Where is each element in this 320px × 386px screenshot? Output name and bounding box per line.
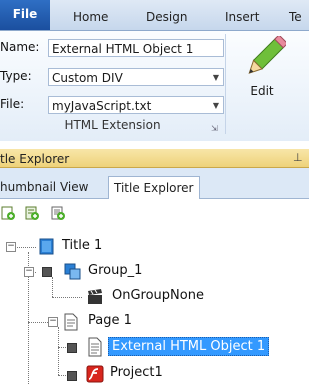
group-icon [64,263,81,280]
type-label: Type: [0,69,32,83]
chevron-down-icon[interactable]: ▼ [213,69,219,87]
type-value: Custom DIV [52,71,123,85]
name-field[interactable]: External HTML Object 1 [48,39,224,57]
add-section-icon[interactable] [24,205,40,221]
tree-item-group-1[interactable]: Group_1 [88,263,142,278]
type-select[interactable]: Custom DIV ▼ [48,68,224,86]
flash-icon [86,365,104,383]
tab-design[interactable]: Design [146,0,187,30]
tree-item-project1[interactable]: Project1 [110,365,163,380]
page-icon [64,313,78,331]
add-question-icon[interactable] [50,205,66,221]
tab-truncated[interactable]: Te [289,0,302,30]
edit-button[interactable]: Edit [238,34,289,106]
name-label: Name: [0,40,40,54]
tree-item-ongroupnone[interactable]: OnGroupNone [112,288,204,303]
pencil-icon [248,34,289,74]
title-icon [39,238,54,255]
tab-insert[interactable]: Insert [225,0,259,30]
tree-item-external-html-object-1[interactable]: External HTML Object 1 [108,337,270,356]
tab-title-explorer[interactable]: Title Explorer [108,176,200,199]
group-label: HTML Extension [64,118,161,132]
file-select[interactable]: myJavaScript.txt ▼ [48,96,224,114]
visibility-checkbox[interactable] [42,267,52,277]
pin-icon[interactable]: ⊥ [293,151,303,164]
file-value: myJavaScript.txt [52,99,152,113]
dialog-launcher-icon[interactable]: ⇲ [211,124,220,133]
clapperboard-icon [88,289,102,304]
html-object-icon [88,337,102,357]
expander[interactable]: − [48,317,58,327]
explorer-toolbar [0,199,309,231]
chevron-down-icon[interactable]: ▼ [213,97,219,115]
visibility-checkbox[interactable] [67,343,77,353]
tree-item-page-1[interactable]: Page 1 [88,313,132,328]
title-tree: − Title 1 − Group_1 OnGroupNone − Page 1… [0,231,309,386]
tab-home[interactable]: Home [73,0,108,30]
tab-thumbnail-view[interactable]: humbnail View [0,176,88,198]
group-separator [225,34,226,134]
edit-label: Edit [250,84,274,98]
expander[interactable]: − [24,267,34,277]
file-label: File: [0,97,25,111]
tree-item-title-1[interactable]: Title 1 [62,238,102,253]
visibility-checkbox[interactable] [67,371,77,381]
add-page-icon[interactable] [0,205,16,221]
expander[interactable]: − [6,242,16,252]
explorer-title: tle Explorer [0,152,70,166]
tab-file[interactable]: File [0,0,50,30]
